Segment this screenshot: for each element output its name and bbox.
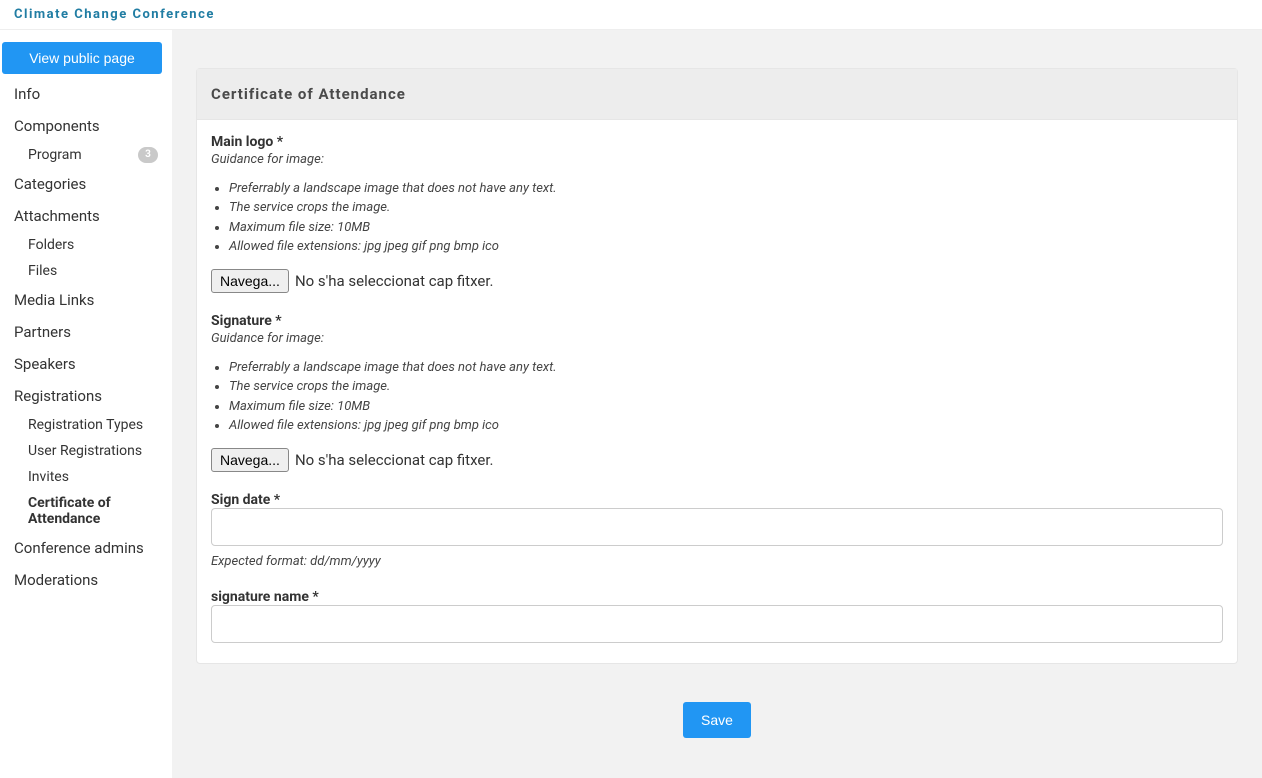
sidebar-item-label: Program	[28, 147, 82, 163]
sidebar-item-media-links[interactable]: Media Links	[0, 284, 172, 316]
sidebar-item-certificate-of-attendance[interactable]: Certificate of Attendance	[0, 490, 172, 532]
guidance-item: Preferrably a landscape image that does …	[229, 360, 1223, 376]
sidebar-item-speakers[interactable]: Speakers	[0, 348, 172, 380]
main-logo-browse-button[interactable]: Navega...	[211, 269, 289, 293]
sidebar-item-folders[interactable]: Folders	[0, 232, 172, 258]
sidebar-item-registrations[interactable]: Registrations	[0, 380, 172, 412]
sidebar-nav: Info Components Program 3 Categories Att…	[0, 78, 172, 596]
view-public-page-button[interactable]: View public page	[2, 42, 162, 74]
signature-guidance-title: Guidance for image:	[211, 331, 1223, 346]
signature-browse-button[interactable]: Navega...	[211, 448, 289, 472]
layout: View public page Info Components Program…	[0, 30, 1262, 778]
main-logo-file-status: No s'ha seleccionat cap fitxer.	[295, 272, 494, 290]
main-logo-guidance-title: Guidance for image:	[211, 152, 1223, 167]
sidebar-item-conference-admins[interactable]: Conference admins	[0, 532, 172, 564]
signature-file-row: Navega... No s'ha seleccionat cap fitxer…	[211, 448, 1223, 472]
guidance-item: Allowed file extensions: jpg jpeg gif pn…	[229, 418, 1223, 434]
sidebar: View public page Info Components Program…	[0, 30, 172, 778]
form-actions: Save	[196, 702, 1238, 738]
sidebar-item-categories[interactable]: Categories	[0, 168, 172, 200]
sidebar-item-partners[interactable]: Partners	[0, 316, 172, 348]
main-logo-file-row: Navega... No s'ha seleccionat cap fitxer…	[211, 269, 1223, 293]
sidebar-item-label: Invites	[28, 469, 69, 485]
required-indicator	[272, 313, 282, 329]
guidance-item: Allowed file extensions: jpg jpeg gif pn…	[229, 239, 1223, 255]
sidebar-item-label: Files	[28, 263, 57, 279]
certificate-card: Certificate of Attendance Main logo Guid…	[196, 68, 1238, 664]
guidance-item: The service crops the image.	[229, 379, 1223, 395]
card-title: Certificate of Attendance	[197, 69, 1237, 120]
guidance-item: Preferrably a landscape image that does …	[229, 181, 1223, 197]
sidebar-item-components[interactable]: Components	[0, 110, 172, 142]
save-button[interactable]: Save	[683, 702, 751, 738]
signature-guidance-list: Preferrably a landscape image that does …	[211, 360, 1223, 434]
sidebar-item-label: Registration Types	[28, 417, 143, 433]
sign-date-help: Expected format: dd/mm/yyyy	[211, 554, 1223, 569]
sidebar-item-registration-types[interactable]: Registration Types	[0, 412, 172, 438]
required-indicator	[273, 134, 283, 150]
sidebar-item-label: Folders	[28, 237, 74, 253]
sidebar-item-user-registrations[interactable]: User Registrations	[0, 438, 172, 464]
sidebar-item-files[interactable]: Files	[0, 258, 172, 284]
card-body: Main logo Guidance for image: Preferrabl…	[197, 120, 1237, 663]
guidance-item: Maximum file size: 10MB	[229, 399, 1223, 415]
sidebar-item-program[interactable]: Program 3	[0, 142, 172, 168]
sign-date-group: Sign date Expected format: dd/mm/yyyy	[211, 492, 1223, 569]
main-logo-group: Main logo Guidance for image: Preferrabl…	[211, 134, 1223, 293]
sidebar-item-invites[interactable]: Invites	[0, 464, 172, 490]
signature-label: Signature	[211, 313, 1223, 329]
signature-name-input[interactable]	[211, 605, 1223, 643]
sidebar-item-info[interactable]: Info	[0, 78, 172, 110]
signature-name-group: signature name	[211, 589, 1223, 643]
sign-date-input[interactable]	[211, 508, 1223, 546]
required-indicator	[270, 492, 280, 508]
guidance-item: The service crops the image.	[229, 200, 1223, 216]
signature-group: Signature Guidance for image: Preferrabl…	[211, 313, 1223, 472]
main-logo-guidance-list: Preferrably a landscape image that does …	[211, 181, 1223, 255]
program-badge: 3	[138, 147, 158, 163]
signature-file-status: No s'ha seleccionat cap fitxer.	[295, 451, 494, 469]
required-indicator	[309, 589, 319, 605]
sidebar-item-moderations[interactable]: Moderations	[0, 564, 172, 596]
sidebar-item-attachments[interactable]: Attachments	[0, 200, 172, 232]
guidance-item: Maximum file size: 10MB	[229, 220, 1223, 236]
main-logo-label: Main logo	[211, 134, 1223, 150]
main-content: Certificate of Attendance Main logo Guid…	[172, 30, 1262, 778]
sidebar-item-label: User Registrations	[28, 443, 142, 459]
sidebar-item-label: Certificate of Attendance	[28, 495, 158, 527]
signature-name-label: signature name	[211, 589, 1223, 605]
brand-title[interactable]: Climate Change Conference	[14, 7, 215, 22]
sign-date-label: Sign date	[211, 492, 1223, 508]
topbar: Climate Change Conference	[0, 0, 1262, 30]
